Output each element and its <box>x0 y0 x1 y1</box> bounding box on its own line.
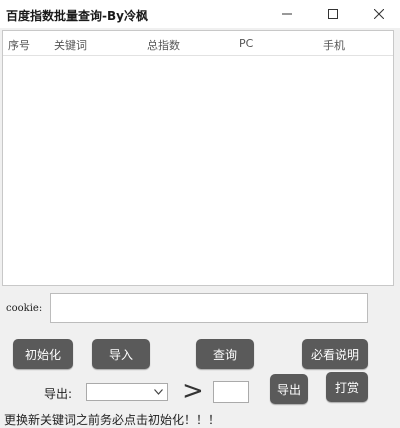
column-header-index[interactable]: 序号 <box>8 37 30 53</box>
column-header-keyword[interactable]: 关键词 <box>54 37 87 53</box>
query-button[interactable]: 查询 <box>196 339 254 369</box>
export-label: 导出: <box>44 387 73 401</box>
threshold-input[interactable] <box>213 381 249 403</box>
init-button[interactable]: 初始化 <box>13 339 73 369</box>
column-header-pc[interactable]: PC <box>239 37 253 50</box>
export-field-select[interactable] <box>86 383 168 401</box>
title-bar: 百度指数批量查询-By冷枫 <box>0 0 400 28</box>
import-button[interactable]: 导入 <box>92 339 150 369</box>
maximize-button[interactable] <box>310 0 356 28</box>
column-header-mobile[interactable]: 手机 <box>323 37 345 53</box>
comparison-operator: > <box>182 376 204 406</box>
list-header: 序号 关键词 总指数 PC 手机 <box>3 31 393 56</box>
cookie-input[interactable] <box>50 293 368 323</box>
export-button[interactable]: 导出 <box>270 374 308 404</box>
minimize-button[interactable] <box>264 0 310 28</box>
init-notice: 更换新关键词之前务必点击初始化！！！ <box>4 413 221 427</box>
chevron-down-icon <box>154 389 163 395</box>
close-button[interactable] <box>356 0 400 28</box>
close-icon <box>374 9 384 19</box>
maximize-icon <box>328 9 338 19</box>
result-list[interactable]: 序号 关键词 总指数 PC 手机 <box>2 30 394 286</box>
window-title: 百度指数批量查询-By冷枫 <box>6 9 148 23</box>
cookie-label: cookie: <box>6 303 43 314</box>
readme-button[interactable]: 必看说明 <box>302 339 368 369</box>
reward-button[interactable]: 打赏 <box>326 372 368 402</box>
column-header-total-index[interactable]: 总指数 <box>147 37 180 53</box>
minimize-icon <box>282 13 292 15</box>
